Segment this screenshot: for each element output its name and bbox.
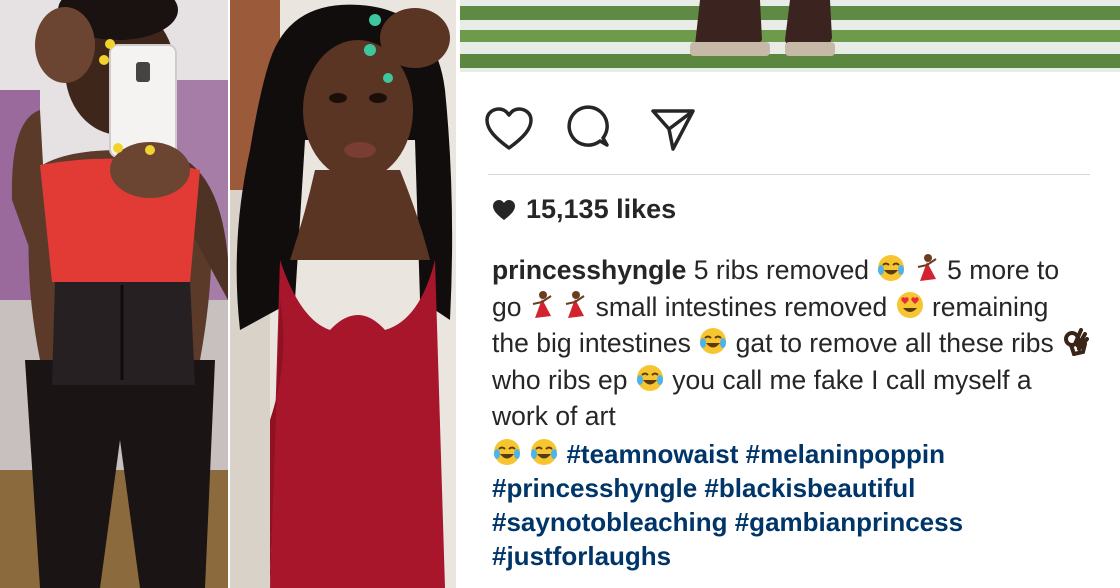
hashtags: #teamnowaist #melaninpoppin #princesshyn…	[492, 437, 1092, 573]
heart-outline-icon	[485, 107, 533, 150]
username-link[interactable]: princesshyngle	[492, 255, 686, 285]
paper-plane-icon	[651, 109, 695, 151]
like-button[interactable]	[484, 104, 534, 154]
caption-text-3: small intestines removed	[595, 291, 888, 322]
tears-of-joy-emoji-icon	[531, 438, 558, 465]
comment-bubble-icon	[567, 105, 609, 147]
tears-of-joy-emoji-icon	[494, 438, 520, 465]
hashtag-line-2[interactable]: #princesshyngle #blackisbeautiful	[492, 473, 915, 503]
heart-filled-icon	[493, 199, 515, 220]
dancer-emoji-icon	[532, 290, 552, 318]
likes-count[interactable]: 15,135 likes	[492, 194, 676, 225]
ok-hand-emoji-icon	[1064, 328, 1090, 356]
divider	[488, 174, 1090, 175]
dancer-emoji-icon	[566, 290, 585, 318]
photo-mirror-selfie	[0, 0, 228, 588]
post-photo-strip	[460, 0, 1120, 78]
heart-eyes-emoji-icon	[896, 291, 923, 318]
post-actions	[484, 104, 698, 154]
comment-button[interactable]	[566, 104, 616, 154]
caption-text-5: gat to remove all these ribs	[735, 328, 1054, 358]
post-caption: princesshyngle 5 ribs removed 5 more to …	[492, 252, 1092, 573]
hashtag-line-1[interactable]: #teamnowaist #melaninpoppin	[566, 439, 945, 469]
dancer-emoji-icon	[917, 254, 937, 281]
tears-of-joy-emoji-icon	[878, 255, 905, 281]
hashtag-line-3[interactable]: #saynotobleaching #gambianprincess	[492, 507, 963, 537]
instagram-post-panel: 15,135 likes princesshyngle 5 ribs remov…	[460, 0, 1120, 588]
caption-text-1: 5 ribs removed	[693, 255, 870, 285]
photo-red-dress-selfie	[230, 0, 456, 588]
hashtag-line-4[interactable]: #justforlaughs	[492, 541, 671, 571]
caption-text-6: who ribs ep	[492, 364, 628, 395]
likes-label: 15,135 likes	[526, 194, 677, 224]
tears-of-joy-emoji-icon	[700, 328, 727, 354]
share-button[interactable]	[648, 104, 698, 154]
tears-of-joy-emoji-icon	[636, 364, 663, 391]
